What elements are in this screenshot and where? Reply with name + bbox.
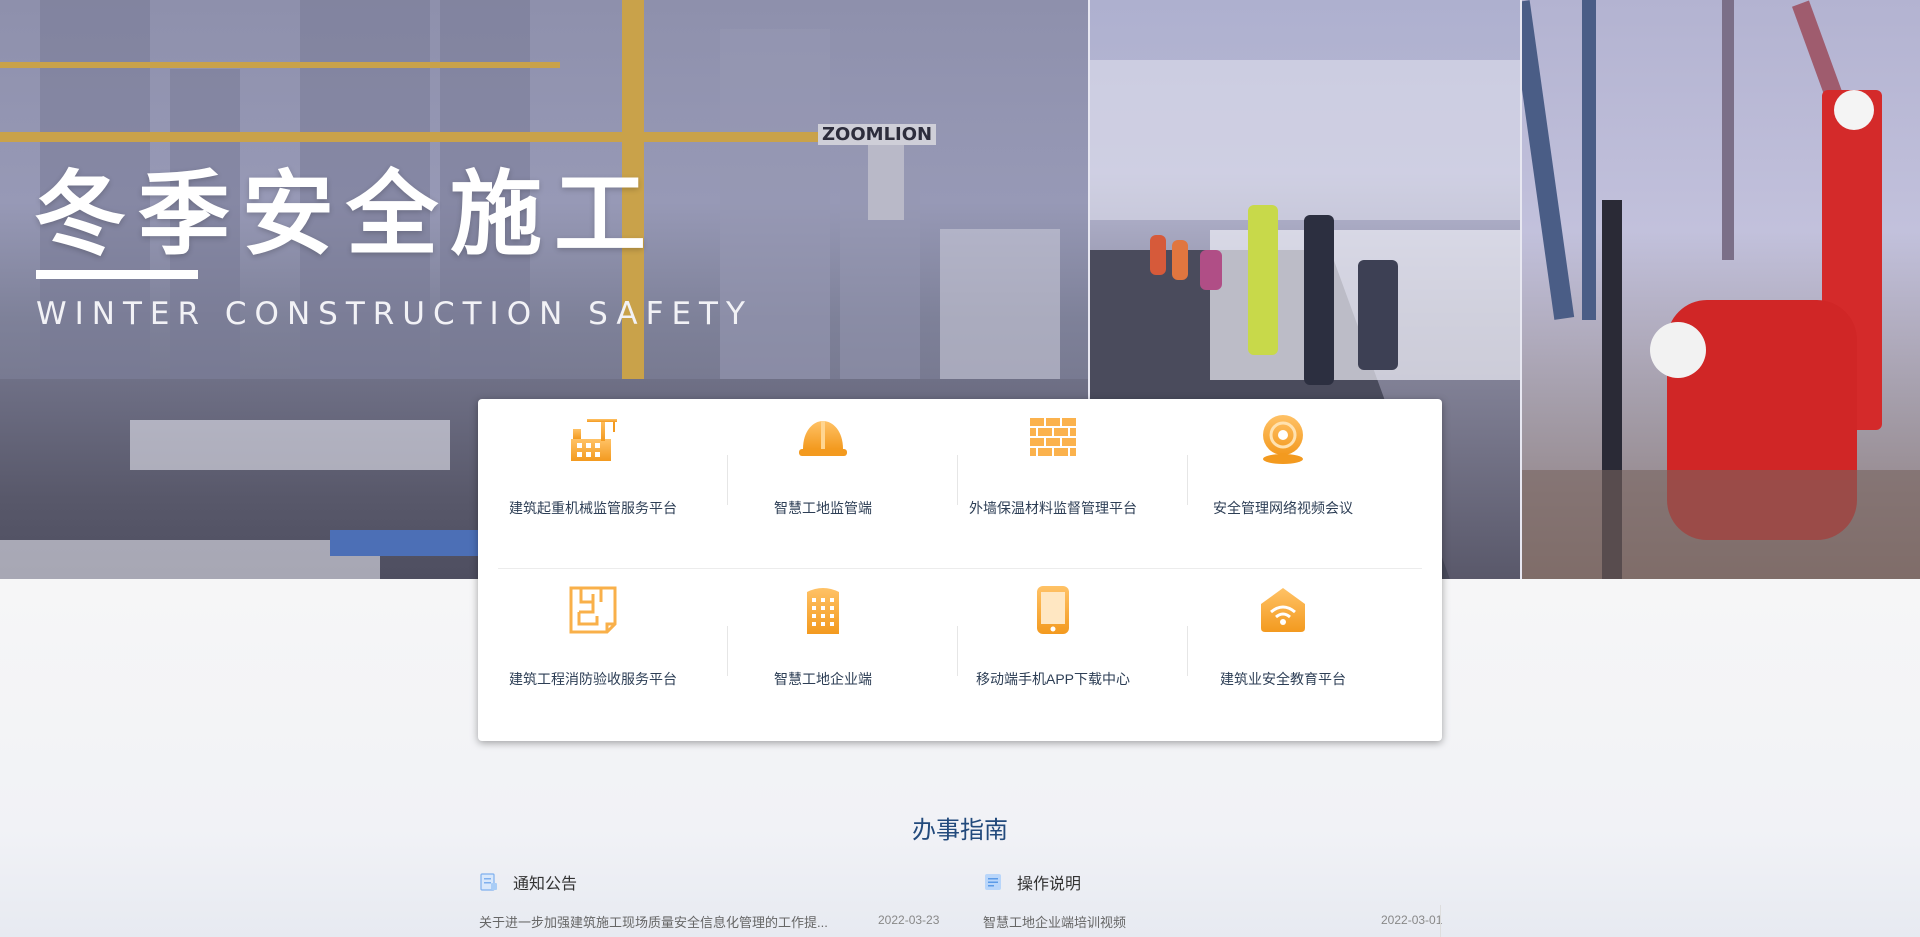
instructions-heading-label: 操作说明	[1017, 876, 1082, 893]
mobile-phone-icon	[1037, 586, 1069, 634]
floor-plan-icon	[569, 586, 617, 634]
service-insulation-material[interactable]: 外墙保温材料监督管理平台	[938, 399, 1168, 569]
service-label: 移动端手机APP下载中心	[975, 671, 1130, 687]
service-smart-site-supervision[interactable]: 智慧工地监管端	[708, 399, 938, 569]
service-row-1: 建筑起重机械监管服务平台 智慧工地监管端 外墙保温材料监督管理平台 安全管理网络…	[478, 399, 1442, 569]
instruction-link[interactable]: 智慧工地企业端培训视频	[983, 912, 1126, 931]
service-platform-card: 建筑起重机械监管服务平台 智慧工地监管端 外墙保温材料监督管理平台 安全管理网络…	[478, 399, 1442, 741]
service-label: 建筑业安全教育平台	[1220, 671, 1346, 687]
row-divider	[498, 568, 1422, 569]
service-label: 建筑起重机械监管服务平台	[509, 500, 677, 516]
wifi-house-icon	[1261, 588, 1305, 632]
hero-subtitle: WINTER CONSTRUCTION SAFETY	[36, 296, 753, 332]
service-fire-acceptance[interactable]: 建筑工程消防验收服务平台	[478, 570, 708, 740]
service-label: 建筑工程消防验收服务平台	[509, 671, 677, 687]
instructions-heading[interactable]: 操作说明	[983, 870, 1081, 894]
instruction-date: 2022-03-01	[1381, 913, 1443, 927]
service-label: 智慧工地监管端	[774, 500, 872, 516]
webcam-icon	[1263, 415, 1303, 464]
factory-crane-icon	[571, 419, 617, 461]
service-app-download[interactable]: 移动端手机APP下载中心	[938, 570, 1168, 740]
office-building-icon	[807, 588, 839, 634]
service-safety-education[interactable]: 建筑业安全教育平台	[1168, 570, 1398, 740]
service-crane-supervision[interactable]: 建筑起重机械监管服务平台	[478, 399, 708, 569]
notice-date: 2022-03-23	[878, 913, 940, 927]
service-smart-site-enterprise[interactable]: 智慧工地企业端	[708, 570, 938, 740]
service-label: 智慧工地企业端	[774, 671, 872, 687]
guide-title: 办事指南	[912, 817, 1008, 844]
banner-image-oil-rig	[1522, 0, 1920, 579]
instruction-document-icon	[985, 874, 1001, 890]
service-video-conference[interactable]: 安全管理网络视频会议	[1168, 399, 1398, 569]
service-label: 安全管理网络视频会议	[1213, 500, 1353, 516]
notices-heading-label: 通知公告	[513, 876, 578, 893]
hero-underline	[36, 270, 198, 279]
brick-wall-icon	[1028, 416, 1078, 458]
notices-heading[interactable]: 通知公告	[479, 870, 577, 894]
safety-helmet-icon	[799, 421, 847, 456]
crane-brand-label: ZOOMLION	[818, 124, 937, 145]
service-row-2: 建筑工程消防验收服务平台 智慧工地企业端 移动端手机APP下载中心 建筑业安全教…	[478, 570, 1442, 740]
service-label: 外墙保温材料监督管理平台	[969, 500, 1137, 516]
notice-document-icon	[480, 873, 497, 891]
hero-title: 冬季安全施工	[34, 161, 659, 268]
column-divider	[1440, 905, 1441, 937]
notice-link[interactable]: 关于进一步加强建筑施工现场质量安全信息化管理的工作提...	[479, 912, 828, 931]
